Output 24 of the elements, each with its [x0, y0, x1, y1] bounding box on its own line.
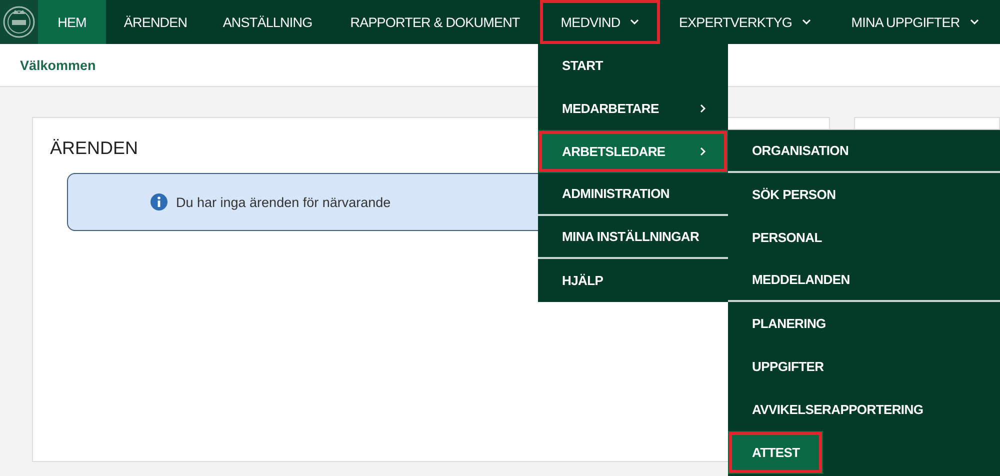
menu-item[interactable]: MEDARBETARE	[538, 87, 728, 130]
menu-item[interactable]: AVVIKELSERAPPORTERING	[728, 388, 1000, 431]
nav-tab[interactable]: RAPPORTER & DOKUMENT	[330, 0, 540, 44]
page-heading: Välkommen	[20, 58, 96, 72]
info-icon	[150, 193, 168, 211]
menu-item[interactable]: PERSONAL	[728, 216, 1000, 259]
nav-tab[interactable]: ANSTÄLLNING	[205, 0, 330, 44]
nav-tab[interactable]: EXPERTVERKTYG	[660, 0, 830, 44]
card-title: ÄRENDEN	[50, 138, 138, 159]
menu-item[interactable]: PLANERING	[728, 302, 1000, 345]
nav-tab[interactable]: MINA UPPGIFTER	[830, 0, 1000, 44]
nav-tab[interactable]: MEDVIND	[540, 0, 660, 44]
logo-icon[interactable]	[0, 0, 38, 44]
menu-item[interactable]: HJÄLP	[538, 259, 728, 302]
info-message: Du har inga ärenden för närvarande	[176, 194, 391, 210]
menu-item[interactable]: ATTEST	[728, 431, 823, 474]
nav-tab[interactable]: ÄRENDEN	[106, 0, 205, 44]
menu-item[interactable]: ORGANISATION	[728, 130, 1000, 173]
menu-item[interactable]: SÖK PERSON	[728, 173, 1000, 216]
menu-item[interactable]: ARBETSLEDARE	[538, 130, 728, 173]
menu-item[interactable]: MEDDELANDEN	[728, 259, 1000, 302]
nav-tab[interactable]: HEM	[38, 0, 106, 44]
menu-item[interactable]: UPPGIFTER	[728, 345, 1000, 388]
menu-item[interactable]: START	[538, 44, 728, 87]
